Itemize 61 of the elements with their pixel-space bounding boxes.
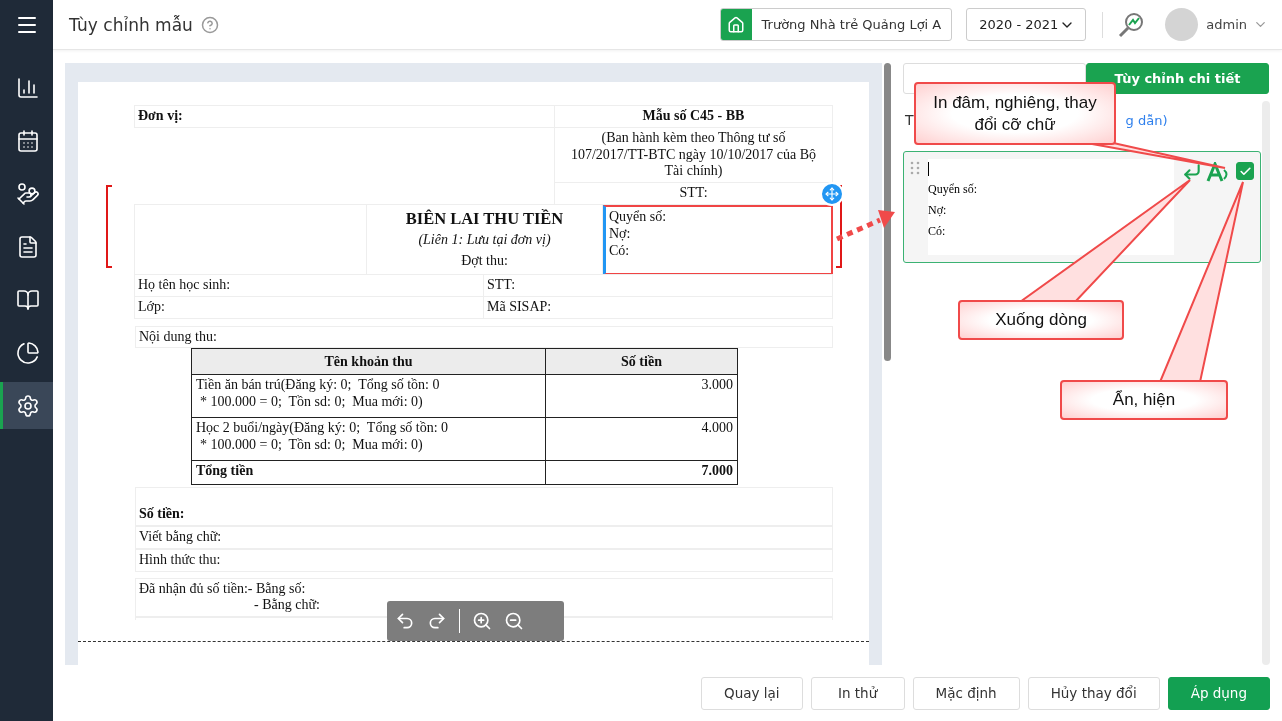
line-break-icon[interactable] — [1182, 162, 1202, 182]
period-label: Đợt thu: — [461, 251, 508, 270]
scrollbar-track[interactable] — [1262, 101, 1270, 665]
guide-link[interactable]: g dẫn) — [1125, 112, 1168, 128]
sidebar-item[interactable] — [0, 382, 53, 429]
undo-button[interactable] — [395, 611, 415, 631]
table-cell: Mã SISAP: — [483, 295, 833, 319]
table-cell: Đơn vị: — [134, 105, 555, 128]
redo-button[interactable] — [427, 611, 447, 631]
user-menu[interactable]: admin — [1198, 17, 1268, 32]
drag-handle-icon[interactable] — [910, 161, 920, 175]
scrollbar-thumb[interactable] — [884, 63, 892, 361]
magnifier-chart-icon[interactable] — [1117, 10, 1146, 39]
receipt-title: BIÊN LAI THU TIỀN — [405, 208, 564, 230]
action-button[interactable]: In thử — [810, 676, 905, 710]
action-button[interactable]: Hủy thay đổi — [1027, 676, 1160, 710]
hand-coins-icon — [16, 181, 40, 206]
table-cell: (Ban hành kèm theo Thông tư số 107/2017/TT-BTC ngày 10/10/2017 của Bộ Tài chính) — [554, 126, 833, 184]
callout-tooltip: Ẩn, hiện — [1060, 380, 1228, 420]
table-cell: Số tiền: — [135, 487, 833, 526]
bar-chart-icon — [16, 75, 40, 100]
settings-icon — [16, 393, 40, 418]
table-cell: Mẫu số C45 - BB — [554, 105, 833, 128]
panel-heading: T — [905, 112, 914, 128]
school-selector[interactable]: Trường Nhà trẻ Quảng Lợi A — [719, 8, 953, 41]
field-label: Có: — [609, 242, 631, 260]
receipt-subtitle: (Liên 1: Lưu tại đơn vị) — [418, 231, 551, 250]
field-label: Quyển số: — [609, 209, 668, 226]
table-cell: Viết bằng chữ: — [135, 525, 833, 549]
table-cell: 7.000 — [545, 460, 738, 485]
table-cell: Hình thức thu: — [135, 548, 833, 572]
calendar-icon — [16, 128, 40, 153]
page-title: Tùy chỉnh mẫu — [69, 14, 193, 35]
book-icon — [16, 287, 40, 312]
table-cell: Lớp: — [134, 295, 484, 319]
help-icon[interactable] — [200, 15, 219, 34]
table-cell: 4.000 — [545, 417, 738, 461]
year-dropdown[interactable]: 2020 - 2021 — [966, 8, 1087, 41]
check-icon — [1238, 164, 1252, 178]
field-label: Nợ: — [609, 225, 632, 243]
zoom-out-button[interactable] — [504, 611, 524, 631]
table-cell: Nội dung thu: — [135, 325, 833, 349]
visibility-checkbox[interactable] — [1236, 162, 1254, 180]
table-cell: Tiền ăn bán trú(Đăng ký: 0; Tổng số tồn: 0 * 100.000 = 0; Tồn sd: 0; Mua mới: 0) — [191, 374, 546, 418]
table-cell: Học 2 buổi/ngày(Đăng ký: 0; Tổng số tồn: 0 * 100.000 = 0; Tồn sd: 0; Mua mới: 0) — [191, 417, 546, 461]
action-button[interactable]: Mặc định — [912, 676, 1020, 710]
text-editor[interactable]: Quyển số: Nợ: Có: — [928, 159, 1174, 255]
callout-tooltip: Xuống dòng — [958, 300, 1124, 340]
column-header: Tên khoản thu — [191, 348, 546, 375]
document-icon — [16, 234, 40, 259]
home-icon — [727, 15, 746, 34]
column-header: Số tiền — [545, 348, 738, 375]
action-button[interactable]: Quay lại — [701, 676, 803, 710]
table-cell: 3.000 — [545, 374, 738, 418]
school-name: Trường Nhà trẻ Quảng Lợi A — [760, 16, 943, 34]
table-cell: Tổng tiền — [191, 460, 546, 485]
pie-chart-icon — [16, 340, 40, 365]
selected-section[interactable]: Quyển số: Nợ: Có: — [603, 205, 833, 275]
callout-tooltip: In đâm, nghiêng, thay đổi cỡ chữ — [914, 82, 1116, 145]
dotted-arrow — [836, 210, 895, 242]
zoom-in-button[interactable] — [472, 611, 492, 631]
